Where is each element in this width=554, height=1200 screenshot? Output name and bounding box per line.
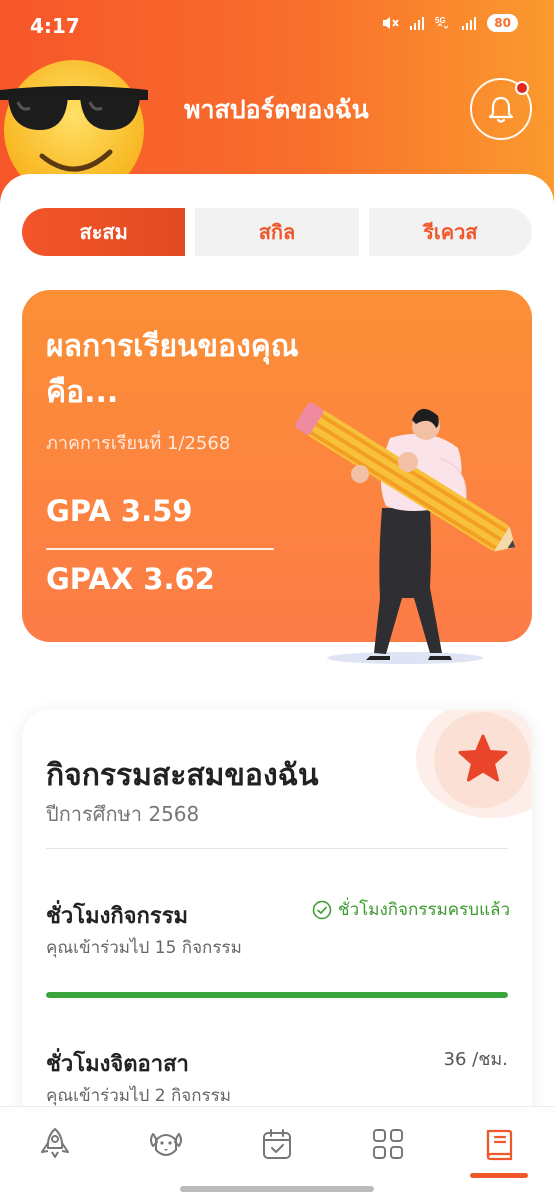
activity-hours-title: ชั่วโมงกิจกรรม bbox=[46, 904, 189, 929]
star-icon bbox=[458, 734, 508, 782]
nav-menu[interactable] bbox=[358, 1119, 418, 1169]
gpa-value: GPA 3.59 bbox=[46, 494, 193, 528]
activity-card[interactable]: กิจกรรมสะสมของฉัน ปีการศึกษา 2568 ชั่วโม… bbox=[22, 710, 532, 1130]
nav-calendar[interactable] bbox=[247, 1119, 307, 1169]
rocket-icon bbox=[41, 1128, 69, 1158]
grid-icon bbox=[373, 1129, 403, 1159]
activity-card-title: กิจกรรมสะสมของฉัน bbox=[46, 758, 319, 793]
calendar-check-icon bbox=[263, 1129, 291, 1159]
volunteer-hours-value: 36 /ชม. bbox=[443, 1049, 509, 1070]
passport-book-icon bbox=[486, 1129, 513, 1161]
notification-dot bbox=[515, 81, 529, 95]
mute-icon bbox=[383, 17, 399, 29]
academic-year: ปีการศึกษา 2568 bbox=[46, 802, 200, 826]
tab-skill[interactable]: สกิล bbox=[195, 208, 359, 256]
check-circle-icon bbox=[312, 900, 332, 919]
activity-complete-status: ชั่วโมงกิจกรรมครบแล้ว bbox=[312, 896, 510, 923]
activity-status-text: ชั่วโมงกิจกรรมครบแล้ว bbox=[338, 900, 510, 920]
battery-indicator: 80 bbox=[487, 14, 518, 32]
tab-collect[interactable]: สะสม bbox=[22, 208, 186, 256]
status-bar: 4:17 5G 80 bbox=[0, 0, 554, 52]
volunteer-hours-title: ชั่วโมงจิตอาสา bbox=[46, 1052, 189, 1077]
signal-icon bbox=[410, 17, 425, 30]
semester-label: ภาคการเรียนที่ 1/2568 bbox=[46, 433, 231, 454]
gpa-divider bbox=[46, 548, 274, 550]
signal-icon-2 bbox=[462, 17, 477, 30]
bell-icon bbox=[488, 96, 514, 123]
tab-bar: สะสม สกิล รีเควส bbox=[22, 208, 532, 256]
nav-active-indicator bbox=[470, 1173, 528, 1178]
nav-pet[interactable] bbox=[136, 1119, 196, 1169]
activity-progress-bar bbox=[46, 992, 508, 998]
nav-rocket[interactable] bbox=[25, 1119, 85, 1169]
volunteer-hours-subtitle: คุณเข้าร่วมไป 2 กิจกรรม bbox=[46, 1086, 231, 1106]
gpax-value: GPAX 3.62 bbox=[46, 562, 215, 596]
activity-progress-fill bbox=[46, 992, 508, 998]
status-time: 4:17 bbox=[30, 14, 80, 38]
home-indicator bbox=[180, 1186, 374, 1192]
nav-passport[interactable] bbox=[469, 1119, 529, 1169]
dog-icon bbox=[150, 1133, 182, 1156]
activity-hours-subtitle: คุณเข้าร่วมไป 15 กิจกรรม bbox=[46, 938, 242, 958]
page-title: พาสปอร์ตของฉัน bbox=[184, 95, 369, 124]
status-icons: 5G 80 bbox=[381, 14, 518, 32]
tab-request[interactable]: รีเควส bbox=[368, 208, 532, 256]
notification-button[interactable] bbox=[470, 78, 532, 140]
student-pencil-illustration bbox=[295, 402, 516, 664]
gpa-card-title: ผลการเรียนของคุณคือ... bbox=[46, 329, 299, 410]
divider bbox=[46, 848, 508, 849]
5g-icon: 5G bbox=[435, 16, 449, 29]
